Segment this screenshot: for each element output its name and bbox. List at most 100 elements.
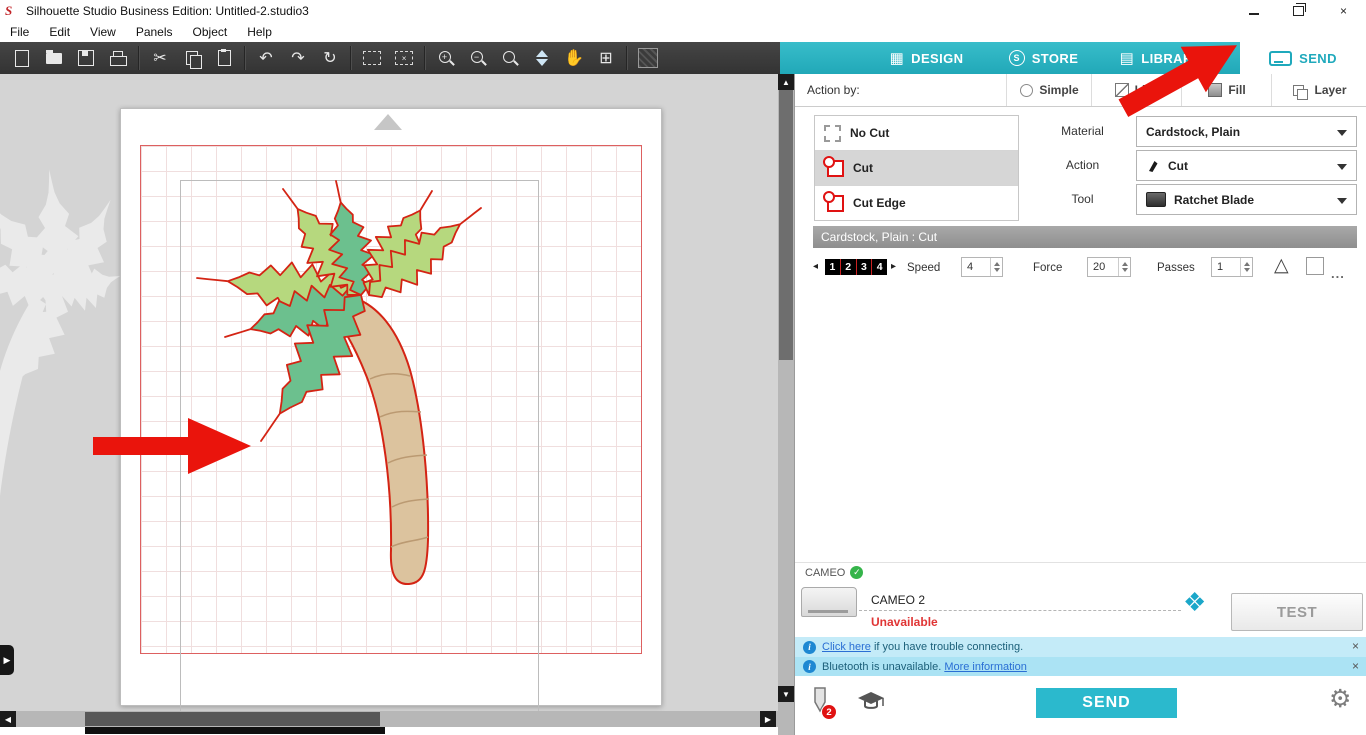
tool-count-badge: 2 bbox=[821, 704, 837, 720]
close-notice-icon[interactable]: × bbox=[1352, 659, 1359, 673]
test-button[interactable]: TEST bbox=[1231, 593, 1363, 631]
palm-tree-design[interactable] bbox=[140, 145, 660, 665]
mode-layer[interactable]: Layer bbox=[1271, 74, 1366, 106]
design-canvas[interactable]: ▶ ◀ ▶ bbox=[0, 74, 778, 735]
connection-notice: i Click here if you have trouble connect… bbox=[795, 637, 1366, 657]
drag-zoom-icon[interactable] bbox=[494, 42, 526, 74]
copy-icon[interactable] bbox=[176, 42, 208, 74]
tab-design[interactable]: ▦ DESIGN bbox=[868, 42, 985, 74]
deselect-icon[interactable]: × bbox=[388, 42, 420, 74]
material-dropdown[interactable]: Cardstock, Plain bbox=[1136, 116, 1357, 147]
info-icon: i bbox=[803, 640, 816, 654]
send-button[interactable]: SEND bbox=[1036, 688, 1177, 718]
speed-input[interactable]: 4 bbox=[961, 257, 1003, 277]
test-shape-icon[interactable]: △ bbox=[1274, 254, 1289, 277]
undo-icon[interactable]: ↶ bbox=[250, 42, 282, 74]
more-options-button[interactable]: ... bbox=[1331, 266, 1345, 281]
horizontal-scrollbar[interactable]: ◀ ▶ bbox=[0, 711, 778, 727]
zoom-out-icon[interactable]: − bbox=[462, 42, 494, 74]
bottom-strip-bar bbox=[85, 727, 385, 734]
position-arrows-icon[interactable]: ❖ bbox=[1183, 587, 1206, 618]
material-cut-header: Cardstock, Plain : Cut bbox=[813, 226, 1357, 248]
close-notice-icon[interactable]: × bbox=[1352, 639, 1359, 653]
box-select-icon[interactable] bbox=[356, 42, 388, 74]
scroll-down-button[interactable]: ▼ bbox=[778, 686, 794, 702]
scroll-left-button[interactable]: ◀ bbox=[0, 711, 16, 727]
toolbar-separator bbox=[626, 46, 628, 70]
action-dropdown[interactable]: Cut bbox=[1136, 150, 1357, 181]
more-information-link[interactable]: More information bbox=[944, 661, 1027, 673]
application-window: S Silhouette Studio Business Edition: Un… bbox=[0, 0, 1366, 735]
tab-store[interactable]: S STORE bbox=[985, 42, 1102, 74]
cut-clipboard-icon[interactable]: ✂ bbox=[144, 42, 176, 74]
bluetooth-notice: i Bluetooth is unavailable. More informa… bbox=[795, 657, 1366, 676]
force-stepper[interactable] bbox=[1118, 258, 1130, 276]
click-here-link[interactable]: Click here bbox=[822, 641, 871, 653]
refresh-icon[interactable]: ↻ bbox=[314, 42, 346, 74]
new-document-icon[interactable] bbox=[6, 42, 38, 74]
menu-bar: File Edit View Panels Object Help bbox=[0, 22, 1366, 42]
scroll-right-button[interactable]: ▶ bbox=[760, 711, 776, 727]
speed-stepper[interactable] bbox=[990, 258, 1002, 276]
device-section-label: CAMEO ✓ bbox=[805, 566, 864, 579]
open-file-icon[interactable] bbox=[38, 42, 70, 74]
radio-icon bbox=[1020, 83, 1034, 97]
cut-style-no-cut[interactable]: No Cut bbox=[815, 116, 1018, 151]
print-icon[interactable] bbox=[102, 42, 134, 74]
chevron-down-icon bbox=[1337, 130, 1347, 136]
title-bar: S Silhouette Studio Business Edition: Un… bbox=[0, 0, 1366, 22]
menu-view[interactable]: View bbox=[80, 25, 126, 39]
connected-check-icon: ✓ bbox=[850, 566, 864, 579]
passes-input[interactable]: 1 bbox=[1211, 257, 1253, 277]
save-icon[interactable] bbox=[70, 42, 102, 74]
blade-tool-icon[interactable]: 2 bbox=[807, 686, 837, 720]
menu-object[interactable]: Object bbox=[183, 25, 238, 39]
window-title: Silhouette Studio Business Edition: Unti… bbox=[26, 4, 309, 18]
fit-height-icon[interactable] bbox=[526, 42, 558, 74]
mode-simple[interactable]: Simple bbox=[1006, 74, 1092, 106]
tutorials-icon[interactable] bbox=[857, 690, 885, 717]
tab-send[interactable]: SEND bbox=[1240, 42, 1366, 74]
info-icon: i bbox=[803, 660, 816, 673]
tool-dropdown[interactable]: Ratchet Blade bbox=[1136, 184, 1357, 215]
cut-edge-icon bbox=[823, 190, 844, 212]
blade-increase-icon[interactable]: ▸ bbox=[891, 261, 896, 272]
vertical-scroll-thumb[interactable] bbox=[779, 90, 793, 360]
cut-style-cut[interactable]: Cut bbox=[815, 151, 1018, 186]
pan-icon[interactable]: ✋ bbox=[558, 42, 590, 74]
redo-icon[interactable]: ↷ bbox=[282, 42, 314, 74]
vertical-scrollbar[interactable]: ▲ ▼ bbox=[778, 74, 794, 735]
no-cut-icon bbox=[824, 124, 841, 142]
blade-decrease-icon[interactable]: ◂ bbox=[813, 261, 818, 272]
scroll-up-button[interactable]: ▲ bbox=[778, 74, 794, 90]
annotation-arrow-canvas bbox=[93, 418, 251, 474]
paste-icon[interactable] bbox=[208, 42, 240, 74]
passes-stepper[interactable] bbox=[1240, 258, 1252, 276]
close-button[interactable]: × bbox=[1321, 0, 1366, 22]
store-icon: S bbox=[1008, 50, 1025, 66]
blade-depth-display[interactable]: 1 2 3 4 bbox=[825, 259, 887, 275]
texture-preview-icon[interactable] bbox=[632, 42, 664, 74]
device-status: Unavailable bbox=[871, 615, 938, 629]
menu-edit[interactable]: Edit bbox=[39, 25, 80, 39]
panel-expander-button[interactable]: ▶ bbox=[0, 645, 14, 675]
color-swatch[interactable] bbox=[1306, 257, 1324, 275]
device-dashed-line bbox=[859, 610, 1181, 611]
device-row: CAMEO 2 Unavailable ❖ TEST bbox=[795, 579, 1366, 636]
cut-style-cut-edge[interactable]: Cut Edge bbox=[815, 186, 1018, 220]
menu-help[interactable]: Help bbox=[237, 25, 282, 39]
horizontal-scroll-thumb[interactable] bbox=[85, 712, 380, 726]
minimize-button[interactable] bbox=[1231, 0, 1276, 22]
zoom-in-icon[interactable]: + bbox=[430, 42, 462, 74]
menu-panels[interactable]: Panels bbox=[126, 25, 183, 39]
gear-icon[interactable]: ⚙ bbox=[1329, 684, 1351, 714]
fit-page-icon[interactable]: ⊞ bbox=[590, 42, 622, 74]
force-input[interactable]: 20 bbox=[1087, 257, 1131, 277]
tool-label: Tool bbox=[1071, 192, 1094, 206]
menu-file[interactable]: File bbox=[0, 25, 39, 39]
action-label: Action bbox=[1065, 158, 1100, 172]
send-footer: 2 SEND ⚙ bbox=[795, 676, 1366, 735]
restore-button[interactable] bbox=[1276, 0, 1321, 22]
design-grid-icon: ▦ bbox=[889, 50, 905, 67]
chevron-down-icon bbox=[1337, 164, 1347, 170]
